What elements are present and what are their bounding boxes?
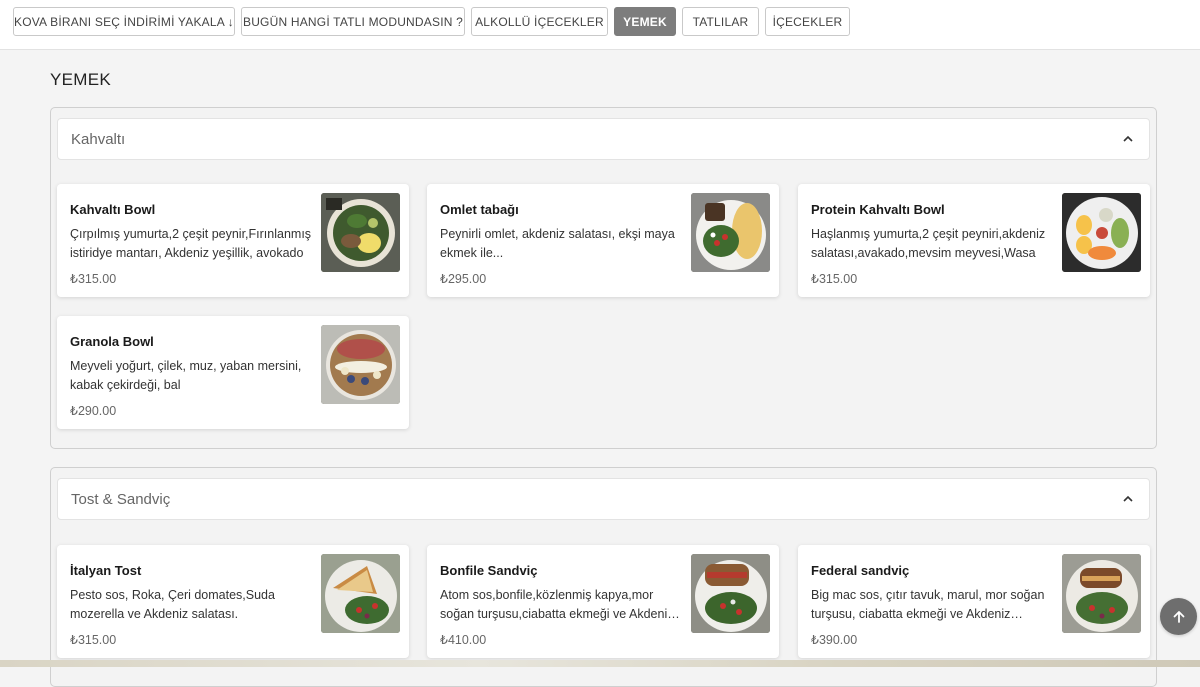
menu-item-card[interactable]: Omlet tabağı Peynirli omlet, akdeniz sal… <box>427 184 779 297</box>
item-price: ₺315.00 <box>70 633 117 647</box>
item-name: Granola Bowl <box>70 334 154 349</box>
item-description: Pesto sos, Roka, Çeri domates,Suda mozer… <box>70 588 275 621</box>
menu-item-card[interactable]: Federal sandviç Big mac sos, çıtır tavuk… <box>798 545 1150 658</box>
item-price: ₺295.00 <box>440 272 487 286</box>
section-header-kahvalti[interactable]: Kahvaltı <box>57 118 1150 160</box>
item-photo <box>321 554 400 633</box>
section-tost-sandvic: Tost & Sandviç İtalyan Tost Pesto sos, R… <box>50 467 1157 687</box>
item-description: Atom sos,bonfile,közlenmiş kapya,mor soğ… <box>440 588 674 621</box>
item-photo <box>1062 193 1141 272</box>
item-name: Kahvaltı Bowl <box>70 202 156 217</box>
item-description: Peynirli omlet, akdeniz salatası, ekşi m… <box>440 227 675 260</box>
category-bar: KOVA BİRANI SEÇ İNDİRİMİ YAKALA ↓ BUGÜN … <box>0 0 1200 50</box>
item-name: Bonfile Sandviç <box>440 563 538 578</box>
item-photo <box>321 325 400 404</box>
item-description: Haşlanmış yumurta,2 çeşit peyniri,akdeni… <box>811 227 1046 260</box>
item-name: Federal sandviç <box>811 563 910 578</box>
tab-tatlilar[interactable]: TATLILAR <box>682 7 759 36</box>
item-price: ₺315.00 <box>70 272 117 286</box>
item-price: ₺315.00 <box>811 272 858 286</box>
page-title: YEMEK <box>50 70 112 89</box>
tab-icecekler[interactable]: İÇECEKLER <box>765 7 850 36</box>
item-price: ₺290.00 <box>70 404 117 418</box>
tab-kova-birani[interactable]: KOVA BİRANI SEÇ İNDİRİMİ YAKALA ↓ <box>13 7 235 36</box>
menu-item-card[interactable]: İtalyan Tost Pesto sos, Roka, Çeri domat… <box>57 545 409 658</box>
section-title: Tost & Sandviç <box>71 490 171 508</box>
chevron-up-icon[interactable] <box>1121 132 1135 146</box>
item-name: Omlet tabağı <box>440 202 519 217</box>
item-price: ₺390.00 <box>811 633 858 647</box>
menu-item-card[interactable]: Granola Bowl Meyveli yoğurt, çilek, muz,… <box>57 316 409 429</box>
section-title: Kahvaltı <box>71 130 126 148</box>
arrow-up-icon <box>1173 610 1184 623</box>
item-name: İtalyan Tost <box>70 563 142 578</box>
menu-item-card[interactable]: Bonfile Sandviç Atom sos,bonfile,közlenm… <box>427 545 779 658</box>
item-price: ₺410.00 <box>440 633 487 647</box>
footer-strip <box>0 660 1200 667</box>
item-description: Meyveli yoğurt, çilek, muz, yaban mersin… <box>70 359 302 392</box>
scroll-to-top-button[interactable] <box>1160 598 1197 635</box>
tab-yemek[interactable]: YEMEK <box>614 7 676 36</box>
menu-item-card[interactable]: Kahvaltı Bowl Çırpılmış yumurta,2 çeşit … <box>57 184 409 297</box>
tab-alkollu-icecekler[interactable]: ALKOLLÜ İÇECEKLER <box>471 7 608 36</box>
item-description: Çırpılmış yumurta,2 çeşit peynir,Fırınla… <box>70 227 312 260</box>
tab-tatli-modu[interactable]: BUGÜN HANGİ TATLI MODUNDASIN ? <box>241 7 465 36</box>
item-description: Big mac sos, çıtır tavuk, marul, mor soğ… <box>811 588 1045 621</box>
item-photo <box>1062 554 1141 633</box>
item-name: Protein Kahvaltı Bowl <box>811 202 945 217</box>
item-photo <box>691 193 770 272</box>
item-photo <box>691 554 770 633</box>
section-kahvalti: Kahvaltı Kahvaltı Bowl Çırpılmış yumurta… <box>50 107 1157 449</box>
item-photo <box>321 193 400 272</box>
section-header-tost-sandvic[interactable]: Tost & Sandviç <box>57 478 1150 520</box>
chevron-up-icon[interactable] <box>1121 492 1135 506</box>
menu-item-card[interactable]: Protein Kahvaltı Bowl Haşlanmış yumurta,… <box>798 184 1150 297</box>
